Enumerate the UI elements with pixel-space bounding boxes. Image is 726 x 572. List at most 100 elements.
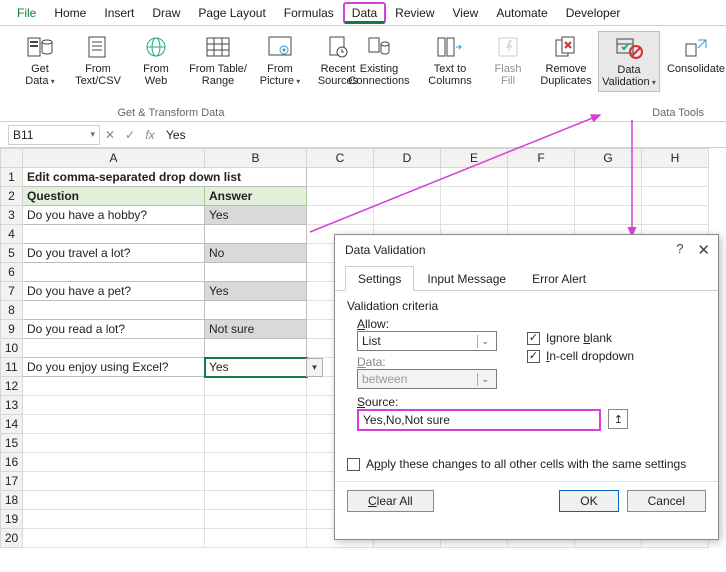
in-cell-dropdown-checkbox[interactable]: ✓In-cell dropdown [527, 349, 634, 363]
tab-insert[interactable]: Insert [95, 2, 143, 24]
clear-all-button[interactable]: Clear All [347, 490, 434, 512]
from-picture-button[interactable]: FromPicture [254, 31, 306, 90]
col-header[interactable]: D [374, 149, 441, 168]
cancel-button[interactable]: Cancel [627, 490, 706, 512]
tab-view[interactable]: View [444, 2, 488, 24]
existing-connections-button[interactable]: ExistingConnections [344, 31, 414, 89]
consolidate-icon [681, 33, 711, 61]
help-icon[interactable]: ? [676, 241, 683, 259]
ignore-blank-checkbox[interactable]: ✓Ignore blank [527, 331, 634, 345]
picture-icon [265, 33, 295, 61]
col-header[interactable]: F [508, 149, 575, 168]
text-to-columns-button[interactable]: Text toColumns [424, 31, 476, 92]
consolidate-button[interactable]: Consolidate [666, 31, 726, 92]
web-icon [141, 33, 171, 61]
col-header[interactable]: A [23, 149, 205, 168]
group-label-data-tools: Data Tools [416, 107, 726, 119]
tab-review[interactable]: Review [386, 2, 443, 24]
data-validation-icon [614, 34, 644, 62]
row-header[interactable]: 11 [1, 358, 23, 377]
cell-question[interactable]: Do you read a lot? [23, 320, 205, 339]
tab-home[interactable]: Home [45, 2, 95, 24]
cell-question[interactable]: Do you travel a lot? [23, 244, 205, 263]
text-columns-icon [435, 33, 465, 61]
row-header[interactable]: 18 [1, 491, 23, 510]
flash-fill-icon [493, 33, 523, 61]
cell-question[interactable]: Do you have a pet? [23, 282, 205, 301]
dialog-tab-settings[interactable]: Settings [345, 266, 414, 291]
col-header[interactable]: E [441, 149, 508, 168]
remove-duplicates-icon [551, 33, 581, 61]
formula-accept-icon[interactable]: ✓ [120, 128, 140, 142]
cell-question[interactable]: Do you have a hobby? [23, 206, 205, 225]
allow-select[interactable]: List⌄ [357, 331, 497, 351]
source-label: Source: [357, 395, 706, 409]
row-header[interactable]: 16 [1, 453, 23, 472]
col-header[interactable]: C [307, 149, 374, 168]
row-header[interactable]: 8 [1, 301, 23, 320]
tab-data[interactable]: Data [343, 2, 386, 24]
header-question[interactable]: Question [23, 187, 205, 206]
tab-file[interactable]: File [8, 2, 45, 24]
data-select: between⌄ [357, 369, 497, 389]
ok-button[interactable]: OK [559, 490, 618, 512]
get-data-icon [25, 33, 55, 61]
row-header[interactable]: 3 [1, 206, 23, 225]
row-header[interactable]: 14 [1, 415, 23, 434]
header-answer[interactable]: Answer [205, 187, 307, 206]
from-table-range-button[interactable]: From Table/Range [188, 31, 248, 90]
row-header[interactable]: 10 [1, 339, 23, 358]
row-header[interactable]: 19 [1, 510, 23, 529]
row-header[interactable]: 12 [1, 377, 23, 396]
row-header[interactable]: 4 [1, 225, 23, 244]
apply-all-checkbox[interactable]: Apply these changes to all other cells w… [347, 457, 706, 471]
dialog-title: Data Validation [345, 243, 426, 257]
col-header[interactable]: H [642, 149, 709, 168]
row-header[interactable]: 15 [1, 434, 23, 453]
row-header[interactable]: 20 [1, 529, 23, 548]
cell-question[interactable]: Do you enjoy using Excel? [23, 358, 205, 377]
dialog-tab-error-alert[interactable]: Error Alert [519, 266, 599, 291]
row-header[interactable]: 9 [1, 320, 23, 339]
from-text-csv-button[interactable]: FromText/CSV [72, 31, 124, 90]
row-header[interactable]: 13 [1, 396, 23, 415]
range-picker-icon[interactable]: ↥ [608, 409, 628, 429]
cell-answer[interactable]: No [205, 244, 307, 263]
source-input[interactable]: Yes,No,Not sure [357, 409, 601, 431]
col-header[interactable]: G [575, 149, 642, 168]
tab-automate[interactable]: Automate [487, 2, 556, 24]
row-header[interactable]: 1 [1, 168, 23, 187]
fx-icon[interactable]: fx [140, 128, 160, 142]
title-cell[interactable]: Edit comma-separated drop down list [23, 168, 307, 187]
col-header[interactable]: B [205, 149, 307, 168]
cell-answer[interactable]: Yes [205, 206, 307, 225]
dialog-tab-input-message[interactable]: Input Message [414, 266, 519, 291]
tab-page-layout[interactable]: Page Layout [189, 2, 274, 24]
tab-formulas[interactable]: Formulas [275, 2, 343, 24]
cell-answer-selected[interactable]: Yes▼ [205, 358, 307, 377]
data-validation-button[interactable]: DataValidation [598, 31, 660, 92]
chevron-down-icon: ▾ [90, 129, 95, 140]
cell-answer[interactable]: Not sure [205, 320, 307, 339]
select-all-cell[interactable] [1, 149, 23, 168]
tab-draw[interactable]: Draw [143, 2, 189, 24]
tab-developer[interactable]: Developer [557, 2, 630, 24]
row-header[interactable]: 2 [1, 187, 23, 206]
formula-value[interactable]: Yes [160, 126, 726, 144]
name-box[interactable]: B11▾ [8, 125, 100, 145]
remove-duplicates-button[interactable]: RemoveDuplicates [540, 31, 592, 92]
row-header[interactable]: 17 [1, 472, 23, 491]
close-icon[interactable]: ✕ [697, 241, 710, 259]
row-header[interactable]: 6 [1, 263, 23, 282]
row-header[interactable]: 5 [1, 244, 23, 263]
from-web-button[interactable]: FromWeb [130, 31, 182, 90]
formula-cancel-icon[interactable]: ✕ [100, 128, 120, 142]
cell-answer[interactable]: Yes [205, 282, 307, 301]
table-icon [203, 33, 233, 61]
text-csv-icon [83, 33, 113, 61]
formula-bar: B11▾ ✕ ✓ fx Yes [0, 122, 726, 148]
row-header[interactable]: 7 [1, 282, 23, 301]
get-data-button[interactable]: GetData [14, 31, 66, 90]
flash-fill-button[interactable]: FlashFill [482, 31, 534, 92]
dropdown-button-icon[interactable]: ▼ [306, 358, 323, 377]
